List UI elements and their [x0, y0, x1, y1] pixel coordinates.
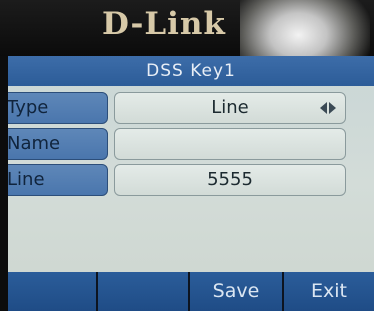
save-label: Save: [212, 280, 260, 302]
left-right-arrows-icon[interactable]: [319, 99, 337, 117]
type-label-box: Type: [8, 92, 108, 124]
phone-photo: D-Link DSS Key1 Type Line Name Line 5555…: [0, 0, 374, 311]
line-label: Line: [8, 169, 45, 190]
lcd-screen: DSS Key1 Type Line Name Line 5555 Save E…: [8, 56, 374, 311]
brand-logo: D-Link: [102, 6, 226, 42]
name-label-box: Name: [8, 128, 108, 160]
name-field[interactable]: [114, 128, 346, 160]
type-selector[interactable]: Line: [114, 92, 346, 124]
exit-button[interactable]: Exit: [282, 272, 374, 311]
save-button[interactable]: Save: [188, 272, 282, 311]
type-value: Line: [211, 97, 249, 118]
softkey-1[interactable]: [8, 272, 96, 311]
line-field[interactable]: 5555: [114, 164, 346, 196]
softkey-bar: Save Exit: [8, 272, 374, 311]
softkey-2[interactable]: [96, 272, 188, 311]
exit-label: Exit: [311, 280, 347, 302]
type-label: Type: [8, 97, 49, 118]
line-label-box: Line: [8, 164, 108, 196]
line-value: 5555: [207, 169, 253, 190]
phone-bezel: D-Link: [0, 0, 374, 56]
screen-title: DSS Key1: [146, 61, 236, 81]
name-label: Name: [8, 133, 61, 154]
title-bar: DSS Key1: [8, 56, 374, 86]
